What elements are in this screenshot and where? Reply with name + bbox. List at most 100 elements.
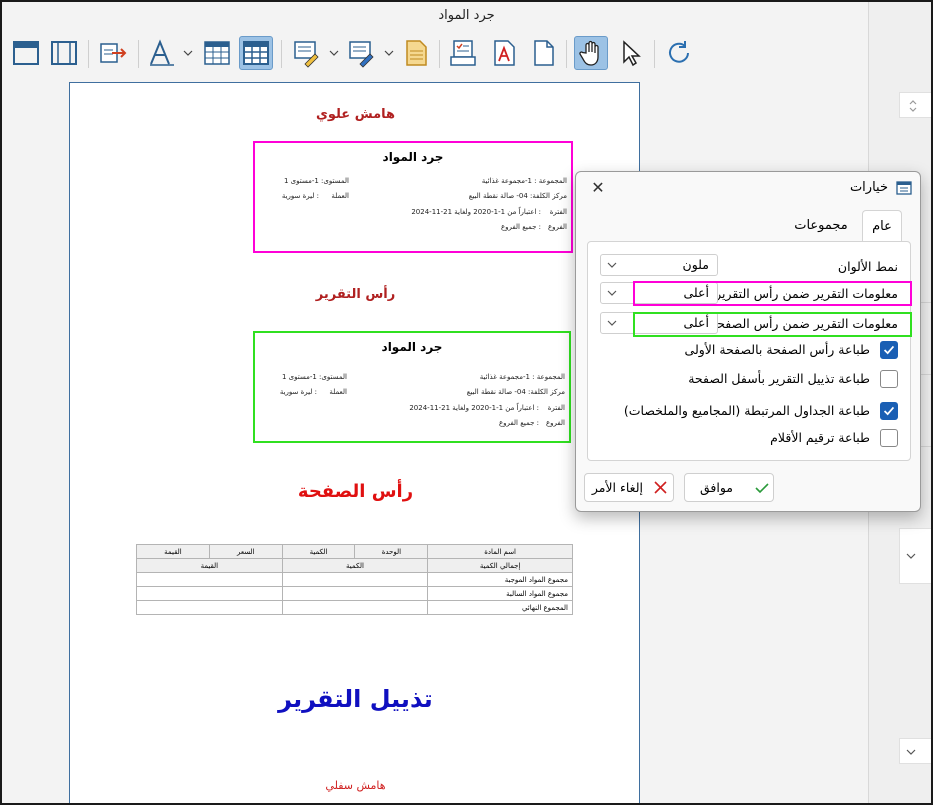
check-icon [755,483,769,494]
options-icon [896,181,912,195]
report-header-label: رأس التقرير [315,287,396,302]
refresh-icon [669,41,689,63]
checkbox-label: طباعة الجداول المرتبطة (المجاميع والملخص… [623,403,870,418]
checkbox-pen-numbering[interactable] [880,429,898,447]
level-text: المستوى: 1-مستوى 1 [283,177,349,185]
pointer-icon [623,40,641,67]
table-style-button[interactable] [200,36,234,70]
edit-page-icon [349,41,374,68]
items-table: اسم المادة الوحدة الكمية السعر القيمة إج… [136,544,573,615]
edit-report-button[interactable] [289,36,323,70]
font-button[interactable] [145,36,179,70]
page-header-label: رأس الصفحة [297,481,414,502]
chevron-down-icon [607,320,617,326]
color-mode-label: نمط الألوان [837,259,898,274]
ok-label: موافق [699,480,733,495]
grid-button[interactable] [239,36,273,70]
table-header-row: اسم المادة الوحدة الكمية السعر القيمة [136,544,573,559]
currency-value: : ليرة سورية [281,192,319,200]
table-subheader-cell: القيمة [136,558,283,573]
top-margin-label: هامش علوي [315,107,396,122]
table-header-cell: القيمة [136,544,210,559]
edit-page-button[interactable] [344,36,378,70]
table-row: مجموع المواد الموجبة [136,572,573,587]
bottom-margin-label: هامش سفلي [325,779,386,792]
table-row: مجموع المواد السالبة [136,586,573,601]
report-header-block: جرد المواد المجموعة : 1-مجموعة غذائية ال… [253,141,573,253]
checkbox-first-page-header[interactable] [880,341,898,359]
close-button[interactable]: ✕ [588,178,608,198]
report-footer-label: تذييل التقرير [278,685,433,713]
currency-value: : ليرة سورية [279,388,317,396]
spinner-icon [909,100,917,112]
cancel-button[interactable]: إلغاء الأمر [584,473,674,502]
period-label: الفترة [549,208,567,216]
table-subheader-cell: إجمالي الكمية [427,558,573,573]
check-icon [883,345,895,355]
document-button[interactable] [399,36,433,70]
toolbar [2,30,868,76]
branches-value: : جميع الفروع [500,223,541,231]
font-icon [150,39,174,66]
checkbox-footer-bottom[interactable] [880,370,898,388]
chevron-down-icon[interactable] [384,48,394,58]
options-dialog: خيارات ✕ عام مجموعات نمط الألوان ملون مع… [575,171,921,512]
app-window: جرد المواد هامش علوي جرد المواد المجموعة… [0,0,933,805]
document-icon [406,40,427,66]
currency-label: العملة [329,388,347,396]
branches-label: الفروع [545,419,565,427]
cancel-label: إلغاء الأمر [591,480,643,495]
options-panel: نمط الألوان ملون معلومات التقرير ضمن رأس… [587,241,912,461]
page-info-highlight [633,312,912,337]
tab-general[interactable]: عام [862,210,902,242]
table-subheader-cell: الكمية [281,558,429,573]
page-header-block: جرد المواد المجموعة : 1-مجموعة غذائية ال… [253,331,571,443]
margins-button[interactable] [47,36,81,70]
branches-value: : جميع الفروع [498,419,539,427]
group-text: المجموعة : 1-مجموعة غذائية [479,373,565,381]
export-button[interactable] [96,36,130,70]
ok-button[interactable]: موافق [684,473,774,502]
hand-tool-button[interactable] [574,36,608,70]
chevron-down-icon[interactable] [183,48,193,58]
chevron-down-icon [906,553,916,559]
checkbox-label: طباعة تذييل التقرير بأسفل الصفحة [688,371,870,386]
hand-tool-icon [579,40,599,66]
table-subheader-row: إجمالي الكمية الكمية القيمة [136,558,573,573]
checkbox-linked-tables[interactable] [880,402,898,420]
checkbox-label: طباعة ترقيم الأقلام [770,430,870,445]
report-page: هامش علوي جرد المواد المجموعة : 1-مجموعة… [69,82,640,803]
table-style-icon [204,41,230,65]
color-mode-value: ملون [682,257,709,272]
page-button[interactable] [526,36,560,70]
window-title: جرد المواد [438,8,495,23]
chevron-down-icon [906,749,916,755]
table-cell: مجموع المواد الموجبة [427,572,573,587]
tab-groups[interactable]: مجموعات [786,210,856,242]
pdf-button[interactable] [487,36,521,70]
table-header-cell: اسم المادة [427,544,573,559]
table-cell: المجموع النهائي [427,600,573,615]
table-row: المجموع النهائي [136,600,573,615]
refresh-button[interactable] [662,36,696,70]
page-layout-button[interactable] [9,36,43,70]
check-icon [883,406,895,416]
report-info-highlight [633,281,912,306]
report-title: جرد المواد [382,150,444,164]
side-dropdown[interactable] [899,738,931,764]
cost-center-text: مركز الكلفة: 04- صالة نقطة البيع [466,388,565,396]
chevron-down-icon [607,262,617,268]
print-form-button[interactable] [446,36,480,70]
period-label: الفترة [547,404,565,412]
chevron-down-icon[interactable] [329,48,339,58]
dialog-title: خيارات [849,180,888,195]
pointer-button[interactable] [613,36,647,70]
side-dropdown[interactable] [899,528,931,584]
level-text: المستوى: 1-مستوى 1 [281,373,347,381]
side-spinner[interactable] [899,92,931,118]
close-icon [654,481,667,494]
table-cell: مجموع المواد السالبة [427,586,573,601]
chevron-down-icon [607,290,617,296]
color-mode-select[interactable]: ملون [600,254,718,276]
print-form-icon [450,40,476,66]
